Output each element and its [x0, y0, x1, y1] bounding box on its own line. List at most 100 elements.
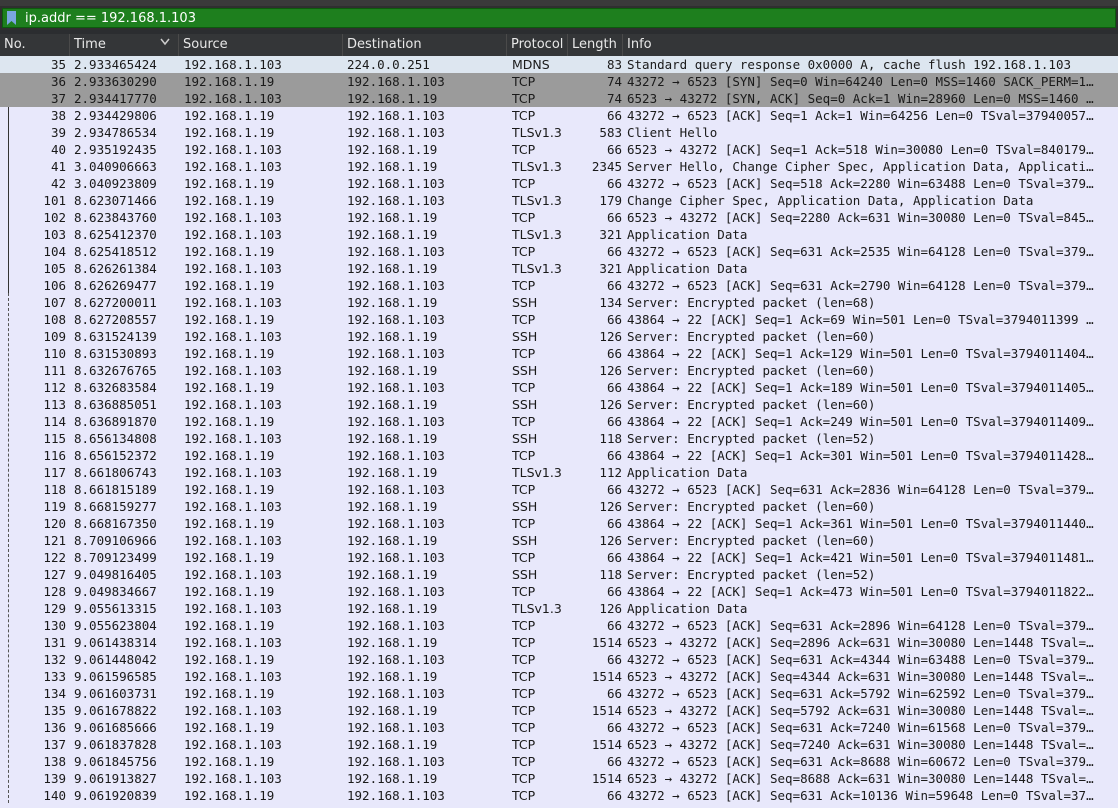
packet-row[interactable]: 106 8.626269477 192.168.1.19 192.168.1.103 T… [0, 277, 1118, 294]
packet-protocol: TLSv1.3 [512, 465, 562, 480]
packet-row[interactable]: 105 8.626261384 192.168.1.103 192.168.1.19 T… [0, 260, 1118, 277]
packet-row[interactable]: 104 8.625418512 192.168.1.19 192.168.1.103 T… [0, 243, 1118, 260]
packet-row[interactable]: 134 9.061603731 192.168.1.19 192.168.1.103 T… [0, 685, 1118, 702]
display-filter-bar: ip.addr == 192.168.1.103 [0, 6, 1118, 30]
packet-destination: 192.168.1.19 [347, 329, 438, 344]
packet-row[interactable]: 120 8.668167350 192.168.1.19 192.168.1.103 T… [0, 515, 1118, 532]
packet-row[interactable]: 131 9.061438314 192.168.1.103 192.168.1.19 T… [0, 634, 1118, 651]
packet-no: 107 [43, 295, 66, 310]
packet-row[interactable]: 137 9.061837828 192.168.1.103 192.168.1.19 T… [0, 736, 1118, 753]
column-header-length-label: Length [572, 37, 617, 52]
packet-protocol: TCP [512, 108, 536, 123]
packet-row[interactable]: 133 9.061596585 192.168.1.103 192.168.1.19 T… [0, 668, 1118, 685]
column-header-protocol[interactable]: Protocol [507, 34, 568, 56]
packet-row[interactable]: 119 8.668159277 192.168.1.103 192.168.1.19 S… [0, 498, 1118, 515]
packet-info: 6523 → 43272 [ACK] Seq=2896 Ack=631 Win=… [627, 635, 1094, 650]
packet-source: 192.168.1.103 [184, 431, 282, 446]
packet-time: 8.627200011 [74, 295, 157, 310]
packet-source: 192.168.1.103 [184, 363, 282, 378]
packet-row[interactable]: 42 3.040923809 192.168.1.19 192.168.1.103 TC… [0, 175, 1118, 192]
column-header-no[interactable]: No. [0, 34, 70, 56]
packet-destination: 192.168.1.103 [347, 244, 445, 259]
column-header-destination[interactable]: Destination [343, 34, 507, 56]
packet-time: 3.040906663 [74, 159, 157, 174]
packet-source: 192.168.1.19 [184, 108, 275, 123]
packet-row[interactable]: 129 9.055613315 192.168.1.103 192.168.1.19 T… [0, 600, 1118, 617]
packet-length: 134 [599, 295, 622, 310]
packet-no: 39 [50, 125, 66, 140]
bookmark-icon[interactable] [7, 11, 16, 25]
packet-length: 66 [606, 414, 622, 429]
column-header-length[interactable]: Length [568, 34, 623, 56]
packet-row[interactable]: 117 8.661806743 192.168.1.103 192.168.1.19 T… [0, 464, 1118, 481]
packet-row[interactable]: 41 3.040906663 192.168.1.103 192.168.1.19 TL… [0, 158, 1118, 175]
column-header-destination-label: Destination [347, 37, 422, 52]
packet-destination: 192.168.1.19 [347, 737, 438, 752]
packet-row[interactable]: 140 9.061920839 192.168.1.19 192.168.1.103 T… [0, 787, 1118, 804]
packet-no: 109 [43, 329, 66, 344]
packet-time: 8.661815189 [74, 482, 157, 497]
packet-row[interactable]: 111 8.632676765 192.168.1.103 192.168.1.19 S… [0, 362, 1118, 379]
packet-row[interactable]: 138 9.061845756 192.168.1.19 192.168.1.103 T… [0, 753, 1118, 770]
packet-list[interactable]: 35 2.933465424 192.168.1.103 224.0.0.251 MDN… [0, 56, 1118, 808]
packet-info: 43272 → 6523 [ACK] Seq=518 Ack=2280 Win=… [627, 176, 1094, 191]
packet-info: Server: Encrypted packet (len=52) [627, 431, 876, 446]
packet-row[interactable]: 122 8.709123499 192.168.1.19 192.168.1.103 T… [0, 549, 1118, 566]
packet-row[interactable]: 102 8.623843760 192.168.1.103 192.168.1.19 T… [0, 209, 1118, 226]
packet-length: 1514 [591, 703, 622, 718]
display-filter-input[interactable]: ip.addr == 192.168.1.103 [2, 8, 1116, 28]
packet-row[interactable]: 127 9.049816405 192.168.1.103 192.168.1.19 S… [0, 566, 1118, 583]
packet-row[interactable]: 114 8.636891870 192.168.1.19 192.168.1.103 T… [0, 413, 1118, 430]
packet-row[interactable]: 112 8.632683584 192.168.1.19 192.168.1.103 T… [0, 379, 1118, 396]
packet-row[interactable]: 118 8.661815189 192.168.1.19 192.168.1.103 T… [0, 481, 1118, 498]
packet-row[interactable]: 101 8.623071466 192.168.1.19 192.168.1.103 T… [0, 192, 1118, 209]
packet-row[interactable]: 136 9.061685666 192.168.1.19 192.168.1.103 T… [0, 719, 1118, 736]
packet-time: 8.709106966 [74, 533, 157, 548]
packet-info: 6523 → 43272 [ACK] Seq=5792 Ack=631 Win=… [627, 703, 1094, 718]
packet-source: 192.168.1.19 [184, 720, 275, 735]
packet-row[interactable]: 39 2.934786534 192.168.1.19 192.168.1.103 TL… [0, 124, 1118, 141]
packet-length: 66 [606, 278, 622, 293]
packet-row[interactable]: 37 2.934417770 192.168.1.103 192.168.1.19 TC… [0, 90, 1118, 107]
packet-row[interactable]: 139 9.061913827 192.168.1.103 192.168.1.19 T… [0, 770, 1118, 787]
packet-destination: 192.168.1.103 [347, 278, 445, 293]
packet-destination: 192.168.1.19 [347, 91, 438, 106]
packet-row[interactable]: 40 2.935192435 192.168.1.103 192.168.1.19 TC… [0, 141, 1118, 158]
packet-destination: 192.168.1.103 [347, 788, 445, 803]
packet-protocol: SSH [512, 499, 538, 514]
packet-time: 8.636885051 [74, 397, 157, 412]
packet-row[interactable]: 107 8.627200011 192.168.1.103 192.168.1.19 S… [0, 294, 1118, 311]
packet-no: 135 [43, 703, 66, 718]
packet-row[interactable]: 115 8.656134808 192.168.1.103 192.168.1.19 S… [0, 430, 1118, 447]
packet-row[interactable]: 38 2.934429806 192.168.1.19 192.168.1.103 TC… [0, 107, 1118, 124]
packet-row[interactable]: 110 8.631530893 192.168.1.19 192.168.1.103 T… [0, 345, 1118, 362]
packet-time: 9.055613315 [74, 601, 157, 616]
packet-row[interactable]: 108 8.627208557 192.168.1.19 192.168.1.103 T… [0, 311, 1118, 328]
packet-info: 43864 → 22 [ACK] Seq=1 Ack=301 Win=501 L… [627, 448, 1094, 463]
packet-destination: 192.168.1.19 [347, 499, 438, 514]
packet-row[interactable]: 113 8.636885051 192.168.1.103 192.168.1.19 S… [0, 396, 1118, 413]
packet-protocol: TCP [512, 635, 536, 650]
column-header-source[interactable]: Source [179, 34, 343, 56]
packet-row[interactable]: 103 8.625412370 192.168.1.103 192.168.1.19 T… [0, 226, 1118, 243]
packet-no: 127 [43, 567, 66, 582]
packet-destination: 192.168.1.103 [347, 74, 445, 89]
packet-row[interactable]: 35 2.933465424 192.168.1.103 224.0.0.251 MDN… [0, 56, 1118, 73]
packet-row[interactable]: 109 8.631524139 192.168.1.103 192.168.1.19 S… [0, 328, 1118, 345]
column-header-time[interactable]: Time [70, 34, 179, 56]
packet-length: 66 [606, 754, 622, 769]
packet-row[interactable]: 132 9.061448042 192.168.1.19 192.168.1.103 T… [0, 651, 1118, 668]
packet-protocol: TCP [512, 652, 536, 667]
packet-row[interactable]: 135 9.061678822 192.168.1.103 192.168.1.19 T… [0, 702, 1118, 719]
packet-row[interactable]: 116 8.656152372 192.168.1.19 192.168.1.103 T… [0, 447, 1118, 464]
packet-row[interactable]: 121 8.709106966 192.168.1.103 192.168.1.19 S… [0, 532, 1118, 549]
packet-no: 128 [43, 584, 66, 599]
sort-descending-icon [160, 38, 170, 46]
packet-length: 1514 [591, 737, 622, 752]
column-header-info[interactable]: Info [623, 34, 1118, 56]
packet-length: 66 [606, 380, 622, 395]
packet-info: 6523 → 43272 [ACK] Seq=8688 Ack=631 Win=… [627, 771, 1094, 786]
packet-row[interactable]: 130 9.055623804 192.168.1.19 192.168.1.103 T… [0, 617, 1118, 634]
packet-row[interactable]: 128 9.049834667 192.168.1.19 192.168.1.103 T… [0, 583, 1118, 600]
packet-row[interactable]: 36 2.933630290 192.168.1.19 192.168.1.103 TC… [0, 73, 1118, 90]
